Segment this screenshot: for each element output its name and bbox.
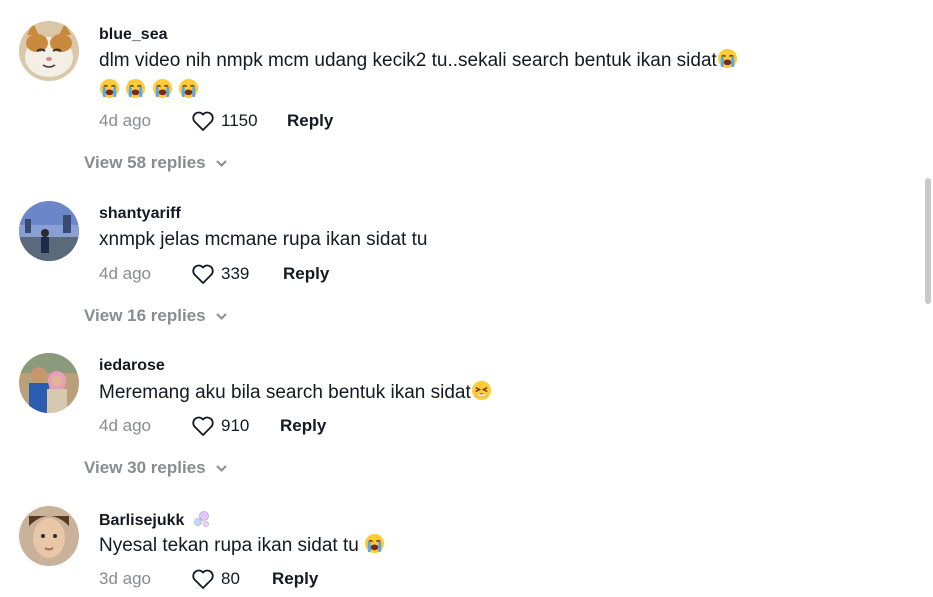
loudly-crying-face-icon: [178, 78, 199, 107]
view-replies-button[interactable]: View 30 replies: [84, 458, 228, 478]
view-replies-button[interactable]: View 16 replies: [84, 306, 228, 326]
comment-username[interactable]: shantyariff: [99, 205, 181, 223]
avatar[interactable]: [19, 21, 79, 81]
comment-meta: 4d ago 1150 Reply: [99, 109, 333, 133]
comment-text-content: xnmpk jelas mcmane rupa ikan sidat tu: [99, 229, 428, 250]
comment-meta: 3d ago 80 Reply: [99, 567, 318, 591]
comment-username[interactable]: blue_sea: [99, 26, 167, 44]
avatar[interactable]: [19, 353, 79, 413]
loudly-crying-face-icon: [99, 78, 120, 107]
comment-text: Meremang aku bila search bentuk ikan sid…: [99, 379, 819, 409]
like-button[interactable]: 1150: [191, 110, 287, 132]
comment-text-content: Nyesal tekan rupa ikan sidat tu: [99, 535, 359, 556]
comment-time: 3d ago: [99, 569, 151, 588]
reply-button[interactable]: Reply: [272, 569, 318, 589]
like-count: 80: [221, 569, 240, 588]
like-count: 339: [221, 264, 250, 283]
reply-button[interactable]: Reply: [280, 416, 326, 436]
comment-meta: 4d ago 910 Reply: [99, 414, 326, 438]
heart-outline-icon: [192, 416, 214, 436]
loudly-crying-face-icon: [125, 78, 146, 107]
scrollbar-thumb[interactable]: [925, 178, 931, 304]
reply-button[interactable]: Reply: [287, 111, 333, 131]
comment-time: 4d ago: [99, 416, 151, 435]
heart-outline-icon: [192, 111, 214, 131]
comment-text: Nyesal tekan rupa ikan sidat tu: [99, 532, 819, 562]
comment-time: 4d ago: [99, 111, 151, 130]
comment-text: xnmpk jelas mcmane rupa ikan sidat tu: [99, 226, 819, 253]
comment-text: dlm video nih nmpk mcm udang kecik2 tu..…: [99, 47, 819, 107]
loudly-crying-face-icon: [364, 533, 385, 562]
reply-button[interactable]: Reply: [283, 264, 329, 284]
comment-username[interactable]: Barlisejukk: [99, 510, 211, 533]
avatar[interactable]: [19, 201, 79, 261]
like-button[interactable]: 80: [191, 568, 272, 590]
view-replies-button[interactable]: View 58 replies: [84, 153, 228, 173]
view-replies-label: View 30 replies: [84, 458, 206, 477]
comment-time: 4d ago: [99, 264, 151, 283]
heart-outline-icon: [192, 569, 214, 589]
comments-list: blue_sea dlm video nih nmpk mcm udang ke…: [0, 0, 933, 597]
chevron-down-icon: [215, 159, 227, 167]
like-count: 910: [221, 416, 250, 435]
loudly-crying-face-icon: [717, 48, 738, 77]
heart-outline-icon: [192, 264, 214, 284]
comment-text-content: dlm video nih nmpk mcm udang kecik2 tu..…: [99, 50, 717, 71]
chevron-down-icon: [215, 464, 227, 472]
loudly-crying-face-icon: [152, 78, 173, 107]
comment-username-text: Barlisejukk: [99, 512, 185, 529]
tired-face-icon: [471, 380, 492, 409]
view-replies-label: View 16 replies: [84, 306, 206, 325]
view-replies-label: View 58 replies: [84, 153, 206, 172]
comment-text-content: Meremang aku bila search bentuk ikan sid…: [99, 382, 471, 403]
comment-username[interactable]: iedarose: [99, 357, 165, 375]
like-count: 1150: [221, 111, 258, 130]
bubbles-icon: [193, 510, 211, 533]
avatar[interactable]: [19, 506, 79, 566]
like-button[interactable]: 339: [191, 263, 283, 285]
like-button[interactable]: 910: [191, 415, 280, 437]
chevron-down-icon: [215, 312, 227, 320]
comment-meta: 4d ago 339 Reply: [99, 262, 329, 286]
